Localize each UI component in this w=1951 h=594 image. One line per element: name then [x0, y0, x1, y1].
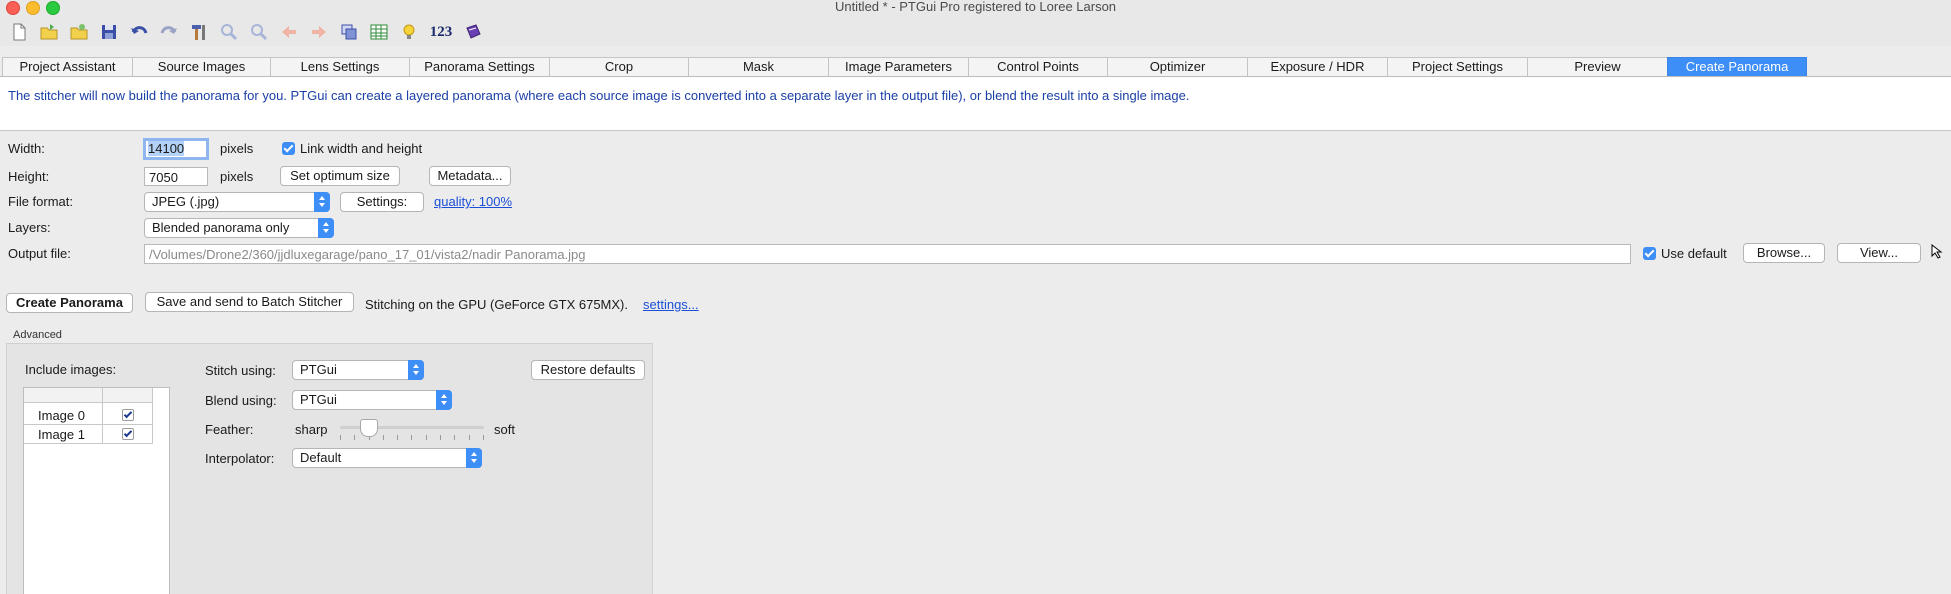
select-arrows-icon	[466, 448, 482, 468]
forward-icon[interactable]	[306, 19, 332, 45]
feather-min-label: sharp	[295, 422, 328, 437]
layers-value: Blended panorama only	[152, 220, 290, 235]
feather-slider-ticks	[340, 435, 484, 440]
layers-label: Layers:	[8, 220, 51, 235]
zoom-in-icon[interactable]	[216, 19, 242, 45]
metadata-button[interactable]: Metadata...	[429, 166, 511, 186]
include-image-checkbox[interactable]	[122, 428, 134, 440]
title-bar: Untitled * - PTGui Pro registered to Lor…	[0, 0, 1951, 46]
tab-preview[interactable]: Preview	[1527, 57, 1667, 77]
select-arrows-icon	[318, 218, 334, 238]
window-title: Untitled * - PTGui Pro registered to Lor…	[834, 0, 1117, 14]
select-arrows-icon	[314, 192, 330, 212]
include-image-checkbox[interactable]	[122, 409, 134, 421]
tab-mask[interactable]: Mask	[688, 57, 828, 77]
tab-panorama-settings[interactable]: Panorama Settings	[409, 57, 549, 77]
height-input[interactable]: 7050	[144, 167, 208, 186]
restore-defaults-button[interactable]: Restore defaults	[531, 360, 645, 380]
blend-using-value: PTGui	[300, 392, 337, 407]
tab-lens-settings[interactable]: Lens Settings	[270, 57, 409, 77]
tab-project-settings[interactable]: Project Settings	[1387, 57, 1527, 77]
cursor-icon	[1930, 243, 1944, 260]
width-input[interactable]: 14100	[143, 138, 209, 160]
zoom-out-icon[interactable]	[246, 19, 272, 45]
interpolator-select[interactable]: Default	[292, 448, 482, 468]
panorama-editor-icon[interactable]	[336, 19, 362, 45]
open-recent-icon[interactable]	[66, 19, 92, 45]
link-width-height-label: Link width and height	[300, 141, 423, 156]
new-document-icon[interactable]	[6, 19, 32, 45]
book-icon[interactable]	[460, 19, 486, 45]
select-arrows-icon	[436, 390, 452, 410]
info-panel	[0, 77, 1951, 130]
column-separator	[152, 388, 153, 444]
quality-link[interactable]: quality: 100%	[434, 194, 512, 209]
width-pixels-label: pixels	[220, 141, 254, 156]
feather-label: Feather:	[205, 422, 254, 437]
include-images-list: Image 0 Image 1	[23, 387, 170, 594]
file-format-select[interactable]: JPEG (.jpg)	[144, 192, 330, 212]
format-settings-button[interactable]: Settings:	[340, 192, 424, 212]
back-icon[interactable]	[276, 19, 302, 45]
gpu-status-text: Stitching on the GPU (GeForce GTX 675MX)…	[365, 297, 628, 312]
tab-crop[interactable]: Crop	[549, 57, 688, 77]
tab-image-parameters[interactable]: Image Parameters	[828, 57, 968, 77]
tools-icon[interactable]	[186, 19, 212, 45]
use-default-label: Use default	[1661, 246, 1727, 261]
width-value: 14100	[148, 141, 185, 156]
list-header	[24, 388, 152, 403]
stitch-using-value: PTGui	[300, 362, 337, 377]
feather-max-label: soft	[494, 422, 515, 437]
set-optimum-size-button[interactable]: Set optimum size	[280, 166, 400, 186]
tab-project-assistant[interactable]: Project Assistant	[2, 57, 132, 77]
blend-using-select[interactable]: PTGui	[292, 390, 452, 410]
layers-select[interactable]: Blended panorama only	[144, 218, 334, 238]
view-button[interactable]: View...	[1837, 243, 1921, 263]
output-file-label: Output file:	[8, 246, 71, 261]
file-format-value: JPEG (.jpg)	[152, 194, 220, 209]
browse-button[interactable]: Browse...	[1743, 243, 1825, 263]
image-name: Image 0	[38, 408, 85, 423]
output-file-input[interactable]: /Volumes/Drone2/360/jjdluxegarage/pano_1…	[144, 244, 1631, 264]
batch-stitcher-button[interactable]: Save and send to Batch Stitcher	[145, 292, 354, 312]
use-default-checkbox[interactable]	[1643, 247, 1656, 260]
list-item[interactable]: Image 0	[24, 406, 152, 425]
toolbar: 123	[6, 18, 490, 46]
advanced-title: Advanced	[13, 329, 62, 341]
stitch-using-select[interactable]: PTGui	[292, 360, 424, 380]
blend-using-label: Blend using:	[205, 393, 277, 408]
width-label: Width:	[8, 141, 45, 156]
gpu-settings-link[interactable]: settings...	[643, 297, 699, 312]
separator	[0, 130, 1951, 131]
tab-create-panorama[interactable]: Create Panorama	[1667, 57, 1807, 77]
link-width-height-checkbox[interactable]	[282, 142, 295, 155]
tab-exposure-hdr[interactable]: Exposure / HDR	[1247, 57, 1387, 77]
stitch-using-label: Stitch using:	[205, 363, 276, 378]
feather-slider-thumb[interactable]	[359, 419, 378, 437]
table-icon[interactable]	[366, 19, 392, 45]
interpolator-value: Default	[300, 450, 342, 465]
interpolator-label: Interpolator:	[205, 451, 275, 466]
list-item[interactable]: Image 1	[24, 425, 152, 444]
create-panorama-button[interactable]: Create Panorama	[6, 293, 133, 313]
numbers-icon[interactable]: 123	[426, 19, 456, 45]
redo-icon[interactable]	[156, 19, 182, 45]
undo-icon[interactable]	[126, 19, 152, 45]
save-icon[interactable]	[96, 19, 122, 45]
file-format-label: File format:	[8, 194, 74, 209]
image-name: Image 1	[38, 427, 85, 442]
open-folder-icon[interactable]	[36, 19, 62, 45]
info-text: The stitcher will now build the panorama…	[8, 88, 1190, 103]
tab-control-points[interactable]: Control Points	[968, 57, 1107, 77]
tab-bar: Project Assistant Source Images Lens Set…	[2, 57, 1807, 77]
include-images-label: Include images:	[25, 362, 117, 377]
tab-optimizer[interactable]: Optimizer	[1107, 57, 1247, 77]
select-arrows-icon	[408, 360, 424, 380]
lightbulb-icon[interactable]	[396, 19, 422, 45]
height-pixels-label: pixels	[220, 169, 254, 184]
tab-source-images[interactable]: Source Images	[132, 57, 270, 77]
height-label: Height:	[8, 169, 50, 184]
